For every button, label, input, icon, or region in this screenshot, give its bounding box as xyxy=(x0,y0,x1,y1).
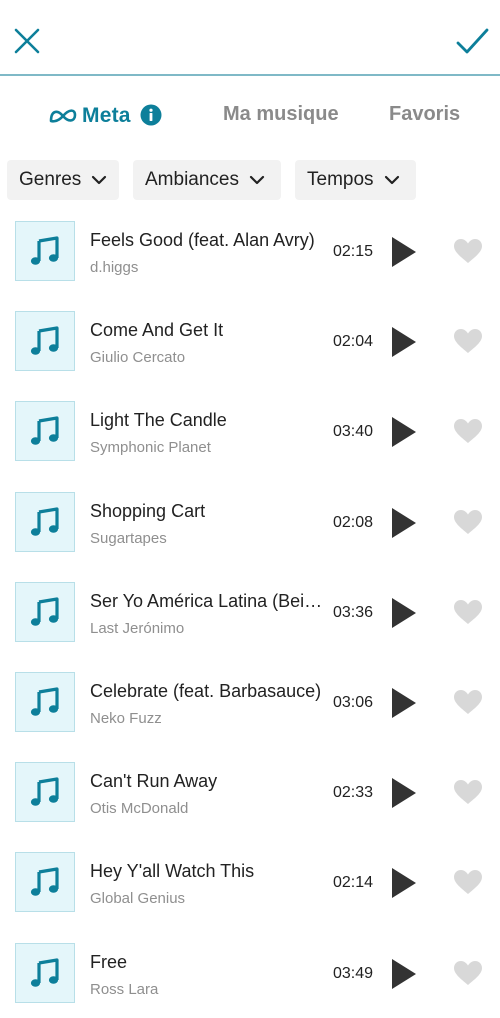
chevron-down-icon xyxy=(92,175,107,185)
chevron-down-icon xyxy=(384,175,399,185)
ambiances-filter[interactable]: Ambiances xyxy=(133,160,281,200)
track-artist: Giulio Cercato xyxy=(90,349,186,366)
track-title: Celebrate (feat. Barbasauce) xyxy=(90,681,322,701)
track-row[interactable]: Shopping Cart Sugartapes 02:08 xyxy=(0,477,500,567)
track-title: Light The Candle xyxy=(90,410,227,430)
track-thumbnail xyxy=(15,672,75,732)
close-icon[interactable] xyxy=(13,27,41,55)
music-note-icon xyxy=(30,958,59,987)
tab-meta[interactable]: Meta xyxy=(48,102,131,130)
track-title: Ser Yo América Latina (Being Latin Ameri… xyxy=(90,591,330,611)
track-duration: 03:49 xyxy=(333,965,374,982)
music-note-icon xyxy=(30,416,59,445)
info-icon[interactable] xyxy=(140,104,162,126)
tempos-filter-label: Tempos xyxy=(307,169,374,190)
tempos-filter[interactable]: Tempos xyxy=(295,160,416,200)
tab-favorites[interactable]: Favoris xyxy=(389,103,460,126)
track-duration: 02:04 xyxy=(333,333,374,350)
track-thumbnail xyxy=(15,311,75,371)
tab-meta-label: Meta xyxy=(82,104,131,127)
track-duration: 02:33 xyxy=(333,784,374,801)
track-thumbnail xyxy=(15,943,75,1003)
track-thumbnail xyxy=(15,762,75,822)
track-artist: Last Jerónimo xyxy=(90,620,185,637)
heart-icon[interactable] xyxy=(453,509,483,535)
track-row[interactable]: Can't Run Away Otis McDonald 02:33 xyxy=(0,747,500,837)
track-thumbnail xyxy=(15,221,75,281)
track-row[interactable]: Celebrate (feat. Barbasauce) Neko Fuzz 0… xyxy=(0,657,500,747)
track-artist: d.higgs xyxy=(90,259,139,276)
genres-filter[interactable]: Genres xyxy=(7,160,119,200)
chevron-down-icon xyxy=(249,175,265,185)
music-note-icon xyxy=(30,236,59,265)
track-row[interactable]: Ser Yo América Latina (Being Latin Ameri… xyxy=(0,567,500,657)
play-icon[interactable] xyxy=(390,325,418,359)
track-duration: 02:08 xyxy=(333,514,374,531)
track-artist: Symphonic Planet xyxy=(90,439,211,456)
track-title: Can't Run Away xyxy=(90,771,218,791)
heart-icon[interactable] xyxy=(453,418,483,444)
music-note-icon xyxy=(30,326,59,355)
track-duration: 03:40 xyxy=(333,423,374,440)
track-duration: 02:14 xyxy=(333,874,374,891)
play-icon[interactable] xyxy=(390,957,418,991)
track-row[interactable]: Hey Y'all Watch This Global Genius 02:14 xyxy=(0,837,500,927)
track-thumbnail xyxy=(15,582,75,642)
track-title: Shopping Cart xyxy=(90,501,206,521)
play-icon[interactable] xyxy=(390,415,418,449)
music-note-icon xyxy=(30,507,59,536)
heart-icon[interactable] xyxy=(453,599,483,625)
track-duration: 03:36 xyxy=(333,604,374,621)
music-note-icon xyxy=(30,597,59,626)
play-icon[interactable] xyxy=(390,866,418,900)
ambiances-filter-label: Ambiances xyxy=(145,169,239,190)
heart-icon[interactable] xyxy=(453,779,483,805)
track-title: Hey Y'all Watch This xyxy=(90,861,255,881)
track-artist: Global Genius xyxy=(90,890,186,907)
meta-logo-icon xyxy=(49,109,77,123)
music-note-icon xyxy=(30,867,59,896)
track-thumbnail xyxy=(15,852,75,912)
track-row[interactable]: Free Ross Lara 03:49 xyxy=(0,928,500,1018)
check-icon[interactable] xyxy=(456,27,490,57)
track-thumbnail xyxy=(15,492,75,552)
track-title: Come And Get It xyxy=(90,320,224,340)
track-artist: Neko Fuzz xyxy=(90,710,162,727)
track-row[interactable]: Light The Candle Symphonic Planet 03:40 xyxy=(0,386,500,476)
track-thumbnail xyxy=(15,401,75,461)
track-duration: 02:15 xyxy=(333,243,374,260)
heart-icon[interactable] xyxy=(453,238,483,264)
track-row[interactable]: Feels Good (feat. Alan Avry) d.higgs 02:… xyxy=(0,206,500,296)
top-bar xyxy=(0,0,500,76)
play-icon[interactable] xyxy=(390,596,418,630)
filter-bar: Genres Ambiances Tempos xyxy=(0,160,500,202)
music-note-icon xyxy=(30,687,59,716)
track-row[interactable]: Come And Get It Giulio Cercato 02:04 xyxy=(0,296,500,386)
play-icon[interactable] xyxy=(390,235,418,269)
music-note-icon xyxy=(30,777,59,806)
track-artist: Ross Lara xyxy=(90,981,159,998)
tab-my-music[interactable]: Ma musique xyxy=(223,103,339,126)
play-icon[interactable] xyxy=(390,506,418,540)
play-icon[interactable] xyxy=(390,686,418,720)
track-duration: 03:06 xyxy=(333,694,374,711)
track-artist: Sugartapes xyxy=(90,530,167,547)
heart-icon[interactable] xyxy=(453,869,483,895)
play-icon[interactable] xyxy=(390,776,418,810)
heart-icon[interactable] xyxy=(453,960,483,986)
heart-icon[interactable] xyxy=(453,689,483,715)
track-title: Feels Good (feat. Alan Avry) xyxy=(90,230,315,250)
track-artist: Otis McDonald xyxy=(90,800,189,817)
genres-filter-label: Genres xyxy=(19,169,82,190)
track-title: Free xyxy=(90,952,128,972)
header-divider xyxy=(0,74,500,76)
heart-icon[interactable] xyxy=(453,328,483,354)
